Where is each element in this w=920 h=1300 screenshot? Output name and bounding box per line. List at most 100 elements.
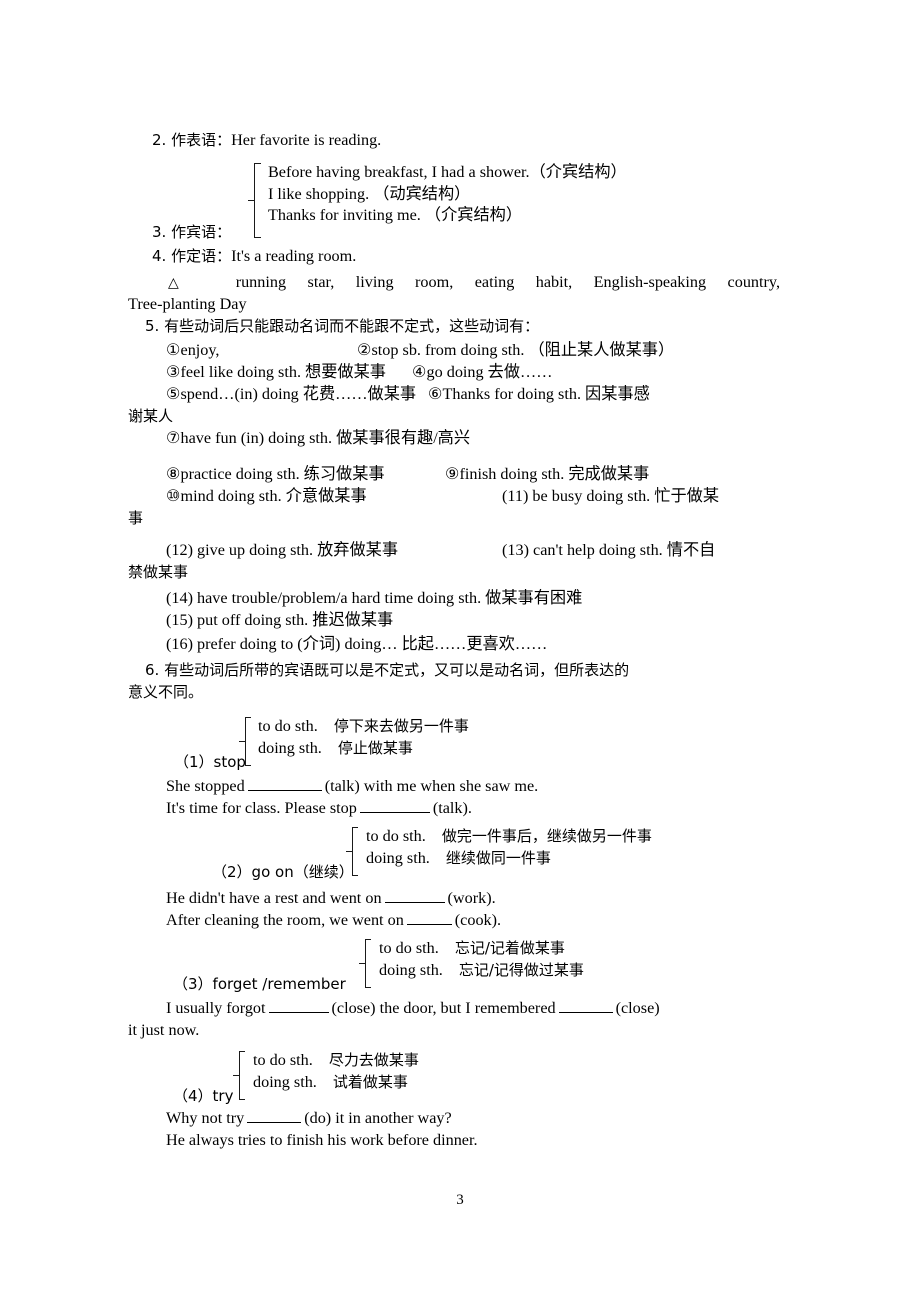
brace-group-3: [358, 938, 372, 990]
item-4-line: 4. 作定语：It's a reading room.: [152, 246, 356, 268]
answer-blank[interactable]: [247, 1108, 302, 1123]
answer-blank[interactable]: [558, 998, 613, 1013]
group-4-sentence-2-text: He always tries to finish his work befor…: [166, 1131, 478, 1149]
entry-9-text: ⑨finish doing sth. 完成做某事: [445, 465, 650, 483]
item-6-heading-line-2: 意义不同。: [128, 682, 203, 704]
entry-14-text: (14) have trouble/problem/a hard time do…: [166, 589, 583, 607]
entry-1-text: ①enjoy,: [166, 341, 220, 359]
group-1-row-1-en: to do sth.: [258, 717, 318, 735]
item-5-heading-wrap: 5. 有些动词后只能跟动名词而不能跟不定式，这些动词有：: [145, 316, 539, 338]
group-1-sentence-2: It's time for class. Please stop (talk).: [166, 798, 472, 820]
group-3-label: （3）forget /remember: [173, 975, 346, 993]
document-page: 2. 作表语：Her favorite is reading. 3. 作宾语： …: [0, 0, 920, 1300]
item-6-heading-text-2: 意义不同。: [128, 683, 204, 701]
item-5-row-1-right: ②stop sb. from doing sth. （阻止某人做某事）: [357, 340, 674, 362]
group-1-row-2: doing sth. 停止做某事: [258, 738, 469, 760]
group-1-row-2-zh: 停止做某事: [337, 738, 413, 757]
brace-group-2: [345, 826, 359, 878]
group-4-label-wrap: （4）try: [173, 1086, 233, 1108]
item-3-example-2: I like shopping. （动宾结构）: [268, 184, 471, 203]
group-2-sentence-2: After cleaning the room, we went on (cook…: [166, 910, 501, 932]
answer-blank[interactable]: [384, 888, 445, 903]
group-2-sentence-1-post: (work).: [447, 889, 496, 907]
group-1-row-1: to do sth. 停下来去做另一件事: [258, 716, 469, 738]
entry-5-text: ⑤spend…(in) doing 花费……做某事: [166, 385, 417, 403]
group-4-sentence-1: Why not try (do) it in another way?: [166, 1108, 452, 1130]
entry-7-text: ⑦have fun (in) doing sth. 做某事很有趣/高兴: [166, 429, 471, 447]
group-4-label: （4）try: [173, 1087, 234, 1105]
answer-blank[interactable]: [247, 776, 322, 791]
item-5-wrap-1: 谢某人: [128, 406, 173, 428]
item-5-row-10: (16) prefer doing to (介词) doing… 比起……更喜欢…: [166, 634, 547, 656]
answer-blank[interactable]: [359, 798, 430, 813]
group-1-sentence-1-pre: She stopped: [166, 777, 245, 795]
brace-group-4: [232, 1050, 246, 1102]
triangle-icon: △: [168, 275, 197, 291]
item-2-text: Her favorite is reading.: [231, 131, 382, 149]
item-3-example-1: Before having breakfast, I had a shower.…: [268, 163, 627, 181]
group-3-label-wrap: （3）forget /remember: [173, 974, 346, 996]
entry-6-wrap-text: 谢某人: [128, 407, 174, 425]
item-6-heading-text-1: 6. 有些动词后所带的宾语既可以是不定式，又可以是动名词，但所表达的: [145, 661, 630, 679]
item-4-text: It's a reading room.: [231, 247, 357, 265]
item-2-label: 2. 作表语：: [152, 131, 232, 149]
item-5-row-2-left: ③feel like doing sth. 想要做某事: [166, 362, 386, 384]
group-3-sentence-1-wrap-text: it just now.: [128, 1021, 200, 1039]
group-2-label-wrap: （2）go on（继续）: [212, 862, 354, 884]
group-1-sentence-1-post: (talk) with me when she saw me.: [324, 777, 539, 795]
entry-10-text: ⑩mind doing sth. 介意做某事: [166, 487, 367, 505]
entry-16-text: (16) prefer doing to (介词) doing… 比起……更喜欢…: [166, 635, 548, 653]
item-3-label-wrap: 3. 作宾语：: [152, 222, 231, 244]
item-5-row-7-left: (12) give up doing sth. 放弃做某事: [166, 540, 398, 562]
answer-blank[interactable]: [268, 998, 329, 1013]
group-3-row-1-en: to do sth.: [379, 939, 439, 957]
group-4-sentence-1-post: (do) it in another way?: [304, 1109, 452, 1127]
entry-13-text: (13) can't help doing sth. 情不自: [502, 541, 716, 559]
item-5-row-9: (15) put off doing sth. 推迟做某事: [166, 610, 393, 632]
group-4-row-2: doing sth. 试着做某事: [253, 1072, 419, 1094]
group-3-row-1: to do sth. 忘记/记着做某事: [379, 938, 584, 960]
item-5-row-4: ⑦have fun (in) doing sth. 做某事很有趣/高兴: [166, 428, 470, 450]
brace-item-3: [247, 162, 261, 240]
group-2-label: （2）go on（继续）: [212, 863, 354, 881]
entry-12-text: (12) give up doing sth. 放弃做某事: [166, 541, 399, 559]
item-6-heading-line-1: 6. 有些动词后所带的宾语既可以是不定式，又可以是动名词，但所表达的: [145, 660, 629, 682]
group-2-rows: to do sth. 做完一件事后，继续做另一件事 doing sth. 继续做同一…: [366, 826, 652, 869]
group-3-sentence-1-mid: (close) the door, but I remembered: [331, 999, 556, 1017]
item-5-row-2-right: ④go doing 去做……: [412, 362, 552, 384]
item-5-row-1-left: ①enjoy,: [166, 340, 219, 362]
group-1-row-2-en: doing sth.: [258, 738, 322, 757]
group-1-label: （1）stop: [174, 753, 246, 771]
entry-4-text: ④go doing 去做……: [412, 363, 553, 381]
group-1-sentence-2-pre: It's time for class. Please stop: [166, 799, 357, 817]
triangle-note-line-1: running star, living room, eating habit,…: [235, 273, 780, 291]
item-5-row-8: (14) have trouble/problem/a hard time do…: [166, 588, 582, 610]
item-3-example-3: Thanks for inviting me. （介宾结构）: [268, 206, 523, 225]
group-2-sentence-1: He didn't have a rest and went on (work).: [166, 888, 496, 910]
group-2-row-1: to do sth. 做完一件事后，继续做另一件事: [366, 826, 652, 848]
group-4-row-1-zh: 尽力去做某事: [328, 1051, 419, 1069]
item-5-wrap-2: 事: [128, 508, 143, 530]
group-2-row-1-zh: 做完一件事后，继续做另一件事: [441, 827, 652, 845]
group-2-row-1-en: to do sth.: [366, 827, 426, 845]
answer-blank[interactable]: [406, 910, 452, 925]
group-2-sentence-2-pre: After cleaning the room, we went on: [166, 911, 404, 929]
group-3-sentence-1-wrap: it just now.: [128, 1020, 199, 1042]
group-1-row-1-zh: 停下来去做另一件事: [333, 717, 469, 735]
entry-13-wrap-text: 禁做某事: [128, 563, 189, 581]
triangle-note-line-2-wrap: Tree-planting Day: [128, 294, 247, 316]
item-5-heading: 5. 有些动词后只能跟动名词而不能跟不定式，这些动词有：: [145, 317, 540, 335]
group-4-sentence-1-pre: Why not try: [166, 1109, 245, 1127]
group-4-sentence-2: He always tries to finish his work befor…: [166, 1130, 478, 1152]
item-5-row-7-right: (13) can't help doing sth. 情不自: [502, 540, 715, 562]
group-2-row-2: doing sth. 继续做同一件事: [366, 848, 652, 870]
entry-15-text: (15) put off doing sth. 推迟做某事: [166, 611, 394, 629]
entry-6-text: ⑥Thanks for doing sth. 因某事感: [428, 385, 650, 403]
group-3-sentence-1-post: (close): [615, 999, 660, 1017]
entry-11-text: (11) be busy doing sth. 忙于做某: [502, 487, 720, 505]
group-4-rows: to do sth. 尽力去做某事 doing sth. 试着做某事: [253, 1050, 419, 1093]
brace-group-1: [238, 716, 252, 768]
entry-2-text: ②stop sb. from doing sth. （阻止某人做某事）: [357, 341, 675, 359]
group-3-sentence-1: I usually forgot (close) the door, but I …: [166, 998, 660, 1020]
group-2-row-2-en: doing sth.: [366, 848, 430, 867]
